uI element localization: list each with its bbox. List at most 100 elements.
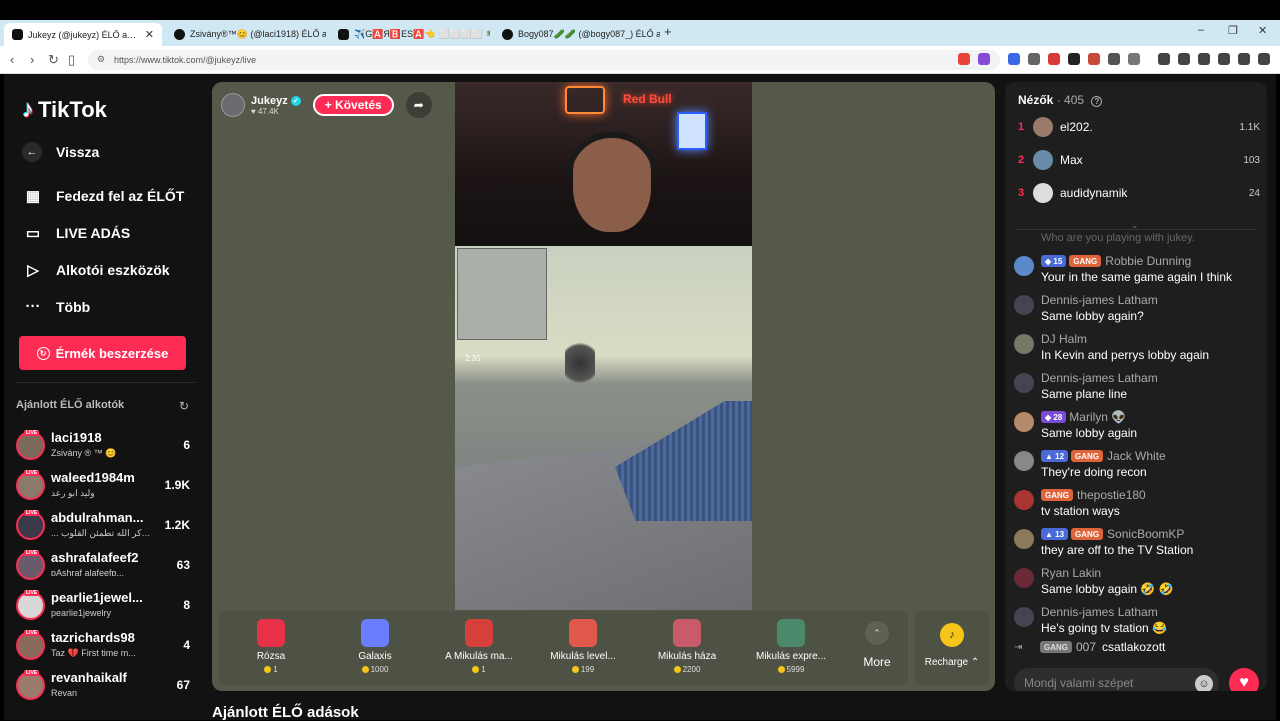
reload-icon[interactable]: ↻: [48, 52, 59, 68]
gift-item[interactable]: Mikulás level... 199: [533, 617, 633, 674]
leo-ai-icon[interactable]: [1218, 53, 1230, 65]
username[interactable]: 007: [1076, 640, 1096, 654]
refresh-icon[interactable]: ↻: [179, 399, 189, 413]
creator-item[interactable]: LIVE tazrichards98 Taz 💔 First time m...…: [16, 629, 198, 665]
message-text: Your in the same game again I think: [1041, 270, 1233, 284]
message-header: ▲ 12 GANG Jack White: [1041, 449, 1166, 463]
avatar[interactable]: [1014, 334, 1034, 354]
extension-icon[interactable]: [1008, 53, 1020, 65]
username[interactable]: DJ Halm: [1041, 332, 1087, 346]
creator-subtitle: pearlie1jewelry: [51, 608, 112, 618]
gift-item[interactable]: Mikulás expre... 5999: [741, 617, 841, 674]
top-viewer-row[interactable]: 2 Max 103: [1018, 149, 1260, 171]
join-notice: ⇥ GANG 007 csatlakozott: [1014, 640, 1165, 654]
username[interactable]: Dennis-james Latham: [1041, 605, 1158, 619]
fence: [615, 401, 752, 521]
help-icon[interactable]: ?: [1091, 96, 1103, 107]
top-viewer-row[interactable]: 3 audidynamik 24: [1018, 182, 1260, 204]
close-window-button[interactable]: ✕: [1258, 24, 1267, 37]
nav-go-live[interactable]: ▭ LIVE ADÁS: [22, 224, 130, 242]
wallet-icon[interactable]: [1198, 53, 1210, 65]
avatar[interactable]: [1014, 451, 1034, 471]
username[interactable]: Ryan Lakin: [1041, 566, 1101, 580]
viewer-name: audidynamik: [1060, 186, 1128, 200]
chat-input[interactable]: Mondj valami szépet: [1014, 668, 1219, 691]
video-player[interactable]: Red Bull 2:35: [455, 82, 752, 610]
host-avatar[interactable]: [221, 93, 245, 117]
username[interactable]: thepostie180: [1077, 488, 1146, 502]
extension-icon[interactable]: [1088, 53, 1100, 65]
sidebar-toggle-icon[interactable]: [1178, 53, 1190, 65]
chat-panel: Nézők · 405 ? 1 el202. 1.1K 2 Max 103 3 …: [1005, 82, 1267, 691]
share-icon[interactable]: ➦: [405, 92, 432, 118]
username[interactable]: Marilyn 👽: [1069, 410, 1126, 424]
username[interactable]: SonicBoomKP: [1107, 527, 1184, 541]
recharge-button[interactable]: ♪ Recharge ⌃: [915, 611, 989, 685]
gift-item[interactable]: Galaxis 1000: [325, 617, 425, 674]
username[interactable]: Dennis-james Latham: [1041, 293, 1158, 307]
maximize-button[interactable]: ❐: [1228, 24, 1238, 37]
tab-jukeyz[interactable]: Jukeyz (@jukeyz) ÉLŐ adásba ✕: [4, 23, 162, 46]
get-coins-button[interactable]: ↻ Érmék beszerzése: [19, 336, 186, 370]
creator-item[interactable]: LIVE revanhaikalf Revan 67: [16, 669, 198, 705]
avatar[interactable]: [1014, 412, 1034, 432]
new-tab-button[interactable]: +: [664, 24, 672, 39]
creator-item[interactable]: LIVE pearlie1jewel... pearlie1jewelry 8: [16, 589, 198, 625]
top-viewer-row[interactable]: 1 el202. 1.1K: [1018, 116, 1260, 138]
back-arrow-icon[interactable]: ‹: [10, 52, 14, 67]
avatar[interactable]: [1014, 295, 1034, 315]
music-icon[interactable]: [1158, 53, 1170, 65]
brave-shields-icon[interactable]: [958, 53, 970, 65]
more-gifts-button[interactable]: ⌃ More: [856, 617, 898, 669]
tab-laci1918[interactable]: Zsivány®™😊 (@laci1918) ÉLŐ adás: [166, 23, 326, 46]
tab-close-icon[interactable]: ✕: [145, 28, 154, 41]
emoji-icon[interactable]: ☺: [1195, 675, 1213, 691]
bookmark-icon[interactable]: ▯: [68, 52, 75, 68]
site-info-icon[interactable]: ⚙: [97, 54, 105, 65]
extension-icon[interactable]: [1068, 53, 1080, 65]
extension-icon[interactable]: [1048, 53, 1060, 65]
follow-button[interactable]: + Követés: [312, 94, 394, 116]
like-heart-button[interactable]: ♥: [1229, 668, 1259, 691]
extension-icon[interactable]: [1128, 53, 1140, 65]
avatar[interactable]: [1014, 607, 1034, 627]
host-name[interactable]: Jukeyz ✓: [251, 95, 301, 107]
message-text: They're doing recon: [1041, 465, 1147, 479]
avatar[interactable]: [1014, 490, 1034, 510]
username[interactable]: Robbie Dunning: [1105, 254, 1191, 268]
username[interactable]: Jack White: [1107, 449, 1166, 463]
avatar[interactable]: [1014, 529, 1034, 549]
extension-icon[interactable]: [1108, 53, 1120, 65]
extension-icon[interactable]: [1028, 53, 1040, 65]
creator-item[interactable]: LIVE abdulrahman... ... الا بذكر الله تط…: [16, 509, 198, 545]
back-link[interactable]: ← Vissza: [22, 142, 99, 162]
creator-item[interactable]: LIVE ashrafalafeef2 ɒAshraf alafeefɒ... …: [16, 549, 198, 585]
browser-tab-bar: Jukeyz (@jukeyz) ÉLŐ adásba ✕ Zsivány®™😊…: [0, 20, 1280, 46]
nav-creator-tools[interactable]: ▷ Alkotói eszközök: [22, 261, 169, 279]
avatar[interactable]: [1014, 373, 1034, 393]
avatar[interactable]: [1014, 568, 1034, 588]
tiktok-logo[interactable]: ♪ TikTok: [22, 96, 107, 124]
nav-more[interactable]: ··· Több: [22, 298, 91, 315]
username[interactable]: Dennis-james Latham: [1041, 371, 1158, 385]
address-bar[interactable]: ⚙ https://www.tiktok.com/@jukeyz/live: [88, 50, 1000, 70]
minimize-button[interactable]: –: [1198, 24, 1204, 36]
tab-bogy087[interactable]: Bogy087🥒🥒 (@bogy087_) ÉLŐ ad: [494, 23, 660, 46]
gift-name: Mikulás háza: [657, 651, 717, 662]
nav-explore-live[interactable]: ▦ Fedezd fel az ÉLŐT: [22, 187, 184, 205]
live-badge: LIVE: [24, 470, 40, 476]
gift-item[interactable]: A Mikulás ma... 1: [429, 617, 529, 674]
creator-item[interactable]: LIVE waleed1984m وليد ابو رعد 1.9K: [16, 469, 198, 505]
tiktok-page: ♪ TikTok ← Vissza ▦ Fedezd fel az ÉLŐT ▭…: [4, 74, 1276, 721]
vpn-icon[interactable]: [1238, 53, 1250, 65]
nav-label: Több: [56, 298, 91, 315]
menu-icon[interactable]: [1258, 53, 1270, 65]
viewer-count: 1.9K: [164, 478, 190, 492]
creator-item[interactable]: LIVE laci1918 Zsivány ® ™ 😊 6: [16, 429, 198, 465]
gift-item[interactable]: Rózsa 1: [221, 617, 321, 674]
rewards-icon[interactable]: [978, 53, 990, 65]
avatar[interactable]: [1014, 256, 1034, 276]
gift-item[interactable]: Mikulás háza 2200: [637, 617, 737, 674]
tab-csby[interactable]: ✈️G🅰️Я🅱️ES🅰️👈 ⬜⬜⬜⬜ 🌴 (@csby0: [330, 23, 490, 46]
forward-arrow-icon[interactable]: ›: [30, 52, 34, 67]
